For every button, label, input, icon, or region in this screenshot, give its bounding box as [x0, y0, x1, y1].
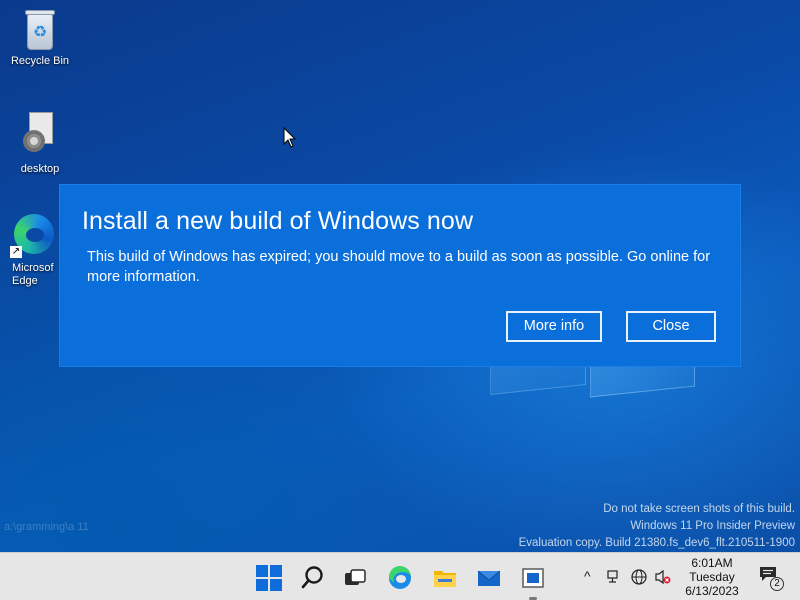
edge-icon[interactable]	[387, 565, 413, 591]
close-button[interactable]: Close	[626, 311, 716, 342]
desktop-icon-label: Recycle Bin	[10, 55, 70, 67]
mail-icon[interactable]	[476, 565, 502, 591]
build-watermark: Do not take screen shots of this build. …	[519, 501, 795, 552]
clock-time: 6:01AM	[691, 556, 733, 570]
file-gear-icon	[23, 112, 57, 154]
desktop-icon-desktop-file[interactable]: desktop	[0, 112, 80, 176]
file-explorer-icon[interactable]	[432, 565, 458, 591]
watermark-line: Evaluation copy. Build 21380.fs_dev6_flt…	[518, 537, 795, 549]
watermark-line: Windows 11 Pro Insider Preview	[630, 520, 795, 532]
recycle-bin-icon: ♻	[23, 8, 57, 50]
expired-build-dialog: Install a new build of Windows now This …	[60, 185, 740, 366]
ghost-text: a:\gramming\a 11	[4, 521, 89, 533]
volume-muted-icon[interactable]	[654, 568, 672, 586]
network-icon[interactable]	[606, 569, 622, 585]
taskbar: ^ 6:01AM Tuesday 6/13/2023 2	[0, 552, 800, 600]
clock-date: 6/13/2023	[685, 584, 739, 598]
clock-day: Tuesday	[689, 570, 735, 584]
notification-center-button[interactable]: 2	[758, 565, 784, 591]
dialog-title: Install a new build of Windows now	[82, 207, 474, 235]
mouse-cursor-icon	[283, 127, 297, 148]
desktop-icon-recycle-bin[interactable]: ♻ Recycle Bin	[0, 8, 80, 68]
notification-count-badge: 2	[770, 577, 784, 591]
desktop-icon-label: Microsof Edge	[12, 262, 54, 287]
chevron-up-icon[interactable]: ^	[584, 568, 591, 584]
edge-icon: ↗	[10, 214, 54, 258]
watermark-line: Do not take screen shots of this build.	[603, 503, 795, 515]
start-icon[interactable]	[256, 565, 282, 591]
app-icon[interactable]	[520, 565, 546, 591]
desktop-icon-label: desktop	[20, 163, 60, 175]
desktop: ♻ Recycle Bin desktop ↗ Microsof Edge a:…	[0, 0, 800, 552]
more-info-button[interactable]: More info	[506, 311, 602, 342]
system-clock[interactable]: 6:01AM Tuesday 6/13/2023	[672, 556, 752, 598]
shortcut-arrow-icon: ↗	[10, 246, 22, 258]
globe-icon[interactable]	[630, 568, 648, 586]
desktop-icon-edge[interactable]: ↗ Microsof Edge	[0, 214, 66, 288]
dialog-message: This build of Windows has expired; you s…	[87, 249, 711, 285]
search-icon[interactable]	[300, 565, 326, 591]
task-view-icon[interactable]	[342, 565, 368, 591]
